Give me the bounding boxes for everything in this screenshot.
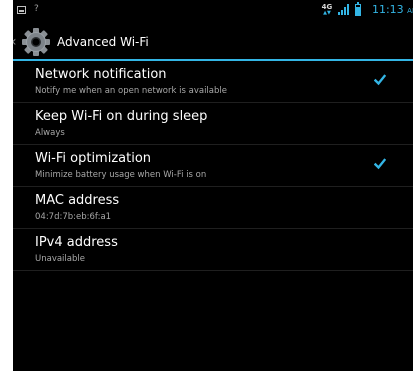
pref-ipv4-address: IPv4 address Unavailable	[13, 229, 413, 271]
pref-summary: Unavailable	[35, 254, 85, 264]
battery-icon	[354, 1, 361, 16]
network-notification-checkbox[interactable]	[374, 74, 386, 86]
signal-icon	[337, 4, 349, 15]
pref-keep-wifi-on-during-sleep[interactable]: Keep Wi-Fi on during sleep Always	[13, 103, 413, 145]
status-bar-right: 4G ▲▼ 11:13 AM	[320, 1, 413, 16]
page-title: Advanced Wi-Fi	[57, 35, 149, 49]
pref-title: Keep Wi-Fi on during sleep	[35, 109, 208, 124]
settings-gear-icon[interactable]	[21, 27, 51, 57]
status-clock: 11:13 AM	[372, 3, 413, 16]
up-chevron-icon[interactable]: ‹	[13, 35, 19, 49]
pref-summary: Minimize battery usage when Wi-Fi is on	[35, 170, 207, 180]
preferences-list: Network notification Notify me when an o…	[13, 61, 413, 271]
pref-summary: 04:7d:7b:eb:6f:a1	[35, 212, 112, 222]
pref-wifi-optimization[interactable]: Wi-Fi optimization Minimize battery usag…	[13, 145, 413, 187]
data-activity-icon: ▲▼	[323, 9, 331, 16]
wifi-unknown-icon: ?	[34, 4, 39, 14]
pref-summary: Always	[35, 128, 65, 138]
status-bar: ? 4G ▲▼ 11:13 AM	[13, 0, 413, 24]
pref-network-notification[interactable]: Network notification Notify me when an o…	[13, 61, 413, 103]
clock-time: 11:13	[371, 3, 404, 16]
pref-mac-address: MAC address 04:7d:7b:eb:6f:a1	[13, 187, 413, 229]
wifi-optimization-checkbox[interactable]	[374, 158, 386, 170]
pref-title: Wi-Fi optimization	[35, 151, 152, 166]
clock-suffix: AM	[407, 7, 413, 15]
4g-icon: 4G ▲▼	[320, 3, 334, 16]
pref-title: Network notification	[35, 67, 167, 82]
action-bar[interactable]: ‹ Advanced Wi-Fi	[13, 25, 413, 59]
status-bar-left: ?	[17, 5, 39, 14]
notification-icon	[17, 5, 26, 14]
pref-title: IPv4 address	[35, 235, 118, 250]
pref-summary: Notify me when an open network is availa…	[35, 86, 227, 96]
android-screen: ? 4G ▲▼ 11:13 AM ‹	[13, 0, 413, 371]
pref-title: MAC address	[35, 193, 120, 208]
